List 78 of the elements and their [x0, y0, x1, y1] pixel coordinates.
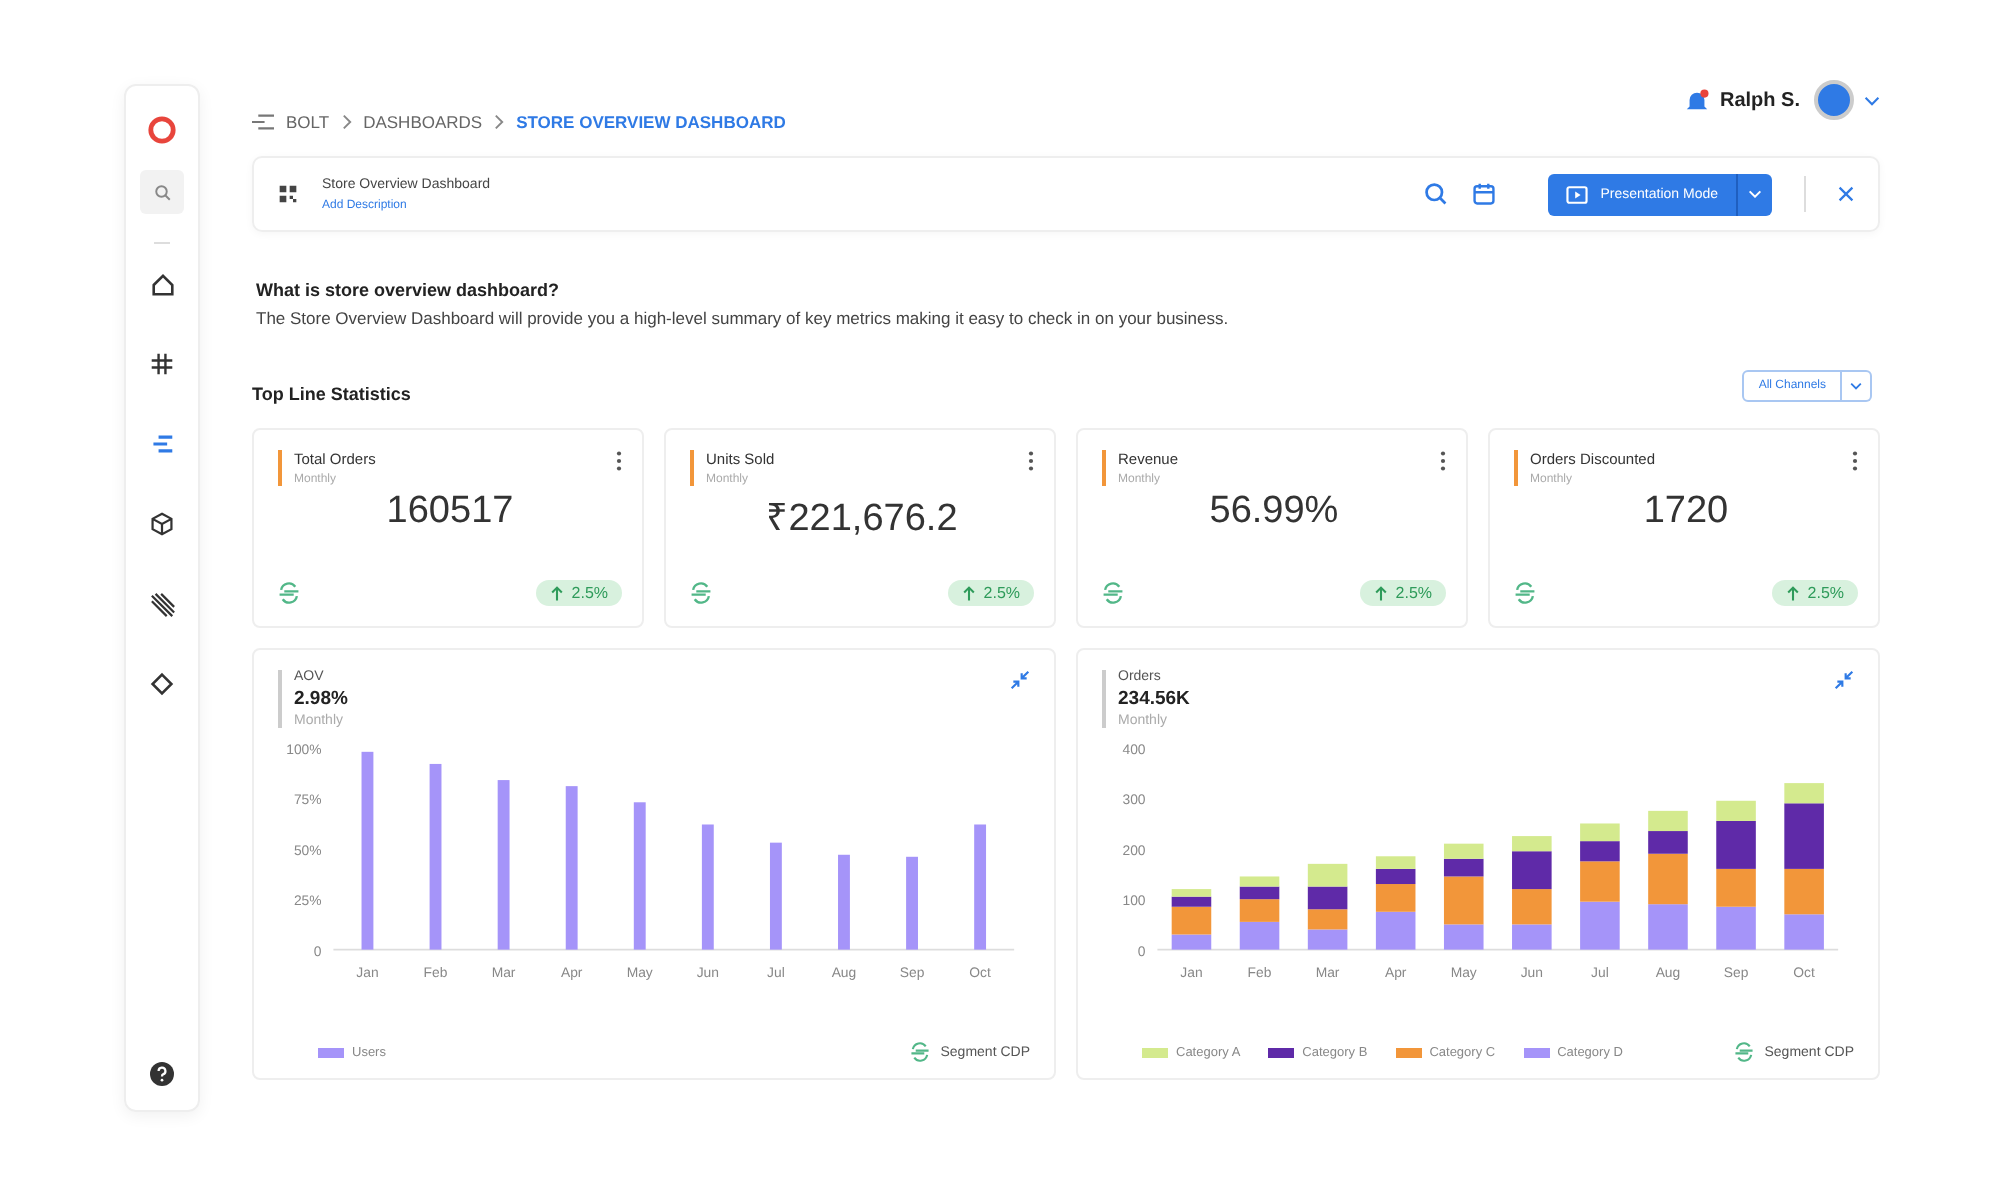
bar	[1307, 886, 1348, 910]
segment-icon	[1734, 1042, 1755, 1062]
segment-icon	[1514, 582, 1536, 604]
intro-heading: What is store overview dashboard?	[256, 280, 562, 300]
change-value: 2.5%	[1807, 584, 1844, 602]
change-value: 2.5%	[983, 584, 1020, 602]
bar	[1648, 810, 1688, 832]
calendar-icon[interactable]	[1472, 182, 1497, 206]
segment-icon	[690, 582, 712, 604]
bar	[1512, 889, 1552, 925]
bar	[1784, 914, 1824, 950]
home-icon	[149, 271, 175, 297]
segment-icon	[278, 582, 300, 604]
more-icon[interactable]	[1440, 450, 1446, 472]
bar	[1580, 901, 1620, 950]
bar	[1648, 904, 1688, 950]
breadcrumb-link[interactable]: BOLT	[286, 112, 330, 132]
bar	[1716, 906, 1756, 950]
more-icon[interactable]	[616, 450, 622, 472]
stat-value: 160517	[384, 490, 516, 534]
bar	[1580, 823, 1620, 842]
close-icon[interactable]	[1838, 186, 1854, 202]
bar	[1512, 924, 1552, 950]
bar	[1375, 911, 1416, 950]
chevron-down-icon[interactable]	[1864, 95, 1880, 105]
breadcrumb-link[interactable]: DASHBOARDS	[363, 112, 483, 132]
bell-icon[interactable]	[1683, 87, 1710, 113]
more-icon[interactable]	[1852, 450, 1858, 472]
caret-icon	[1850, 382, 1862, 390]
cube-icon	[150, 512, 174, 536]
section-title: Top Line Statistics	[252, 384, 411, 404]
segment-icon	[910, 1042, 931, 1062]
user-name: Ralph S.	[1719, 89, 1800, 111]
change-value: 2.5%	[1395, 584, 1432, 602]
bar	[1716, 868, 1756, 907]
diamond-icon	[150, 672, 174, 696]
list-icon	[150, 432, 174, 456]
arrow-up-icon	[961, 585, 976, 601]
intro-text: The Store Overview Dashboard will provide you a high-level summary of key metrics making it easy to check in on your business.	[256, 308, 1231, 328]
chart-value: 234.56K	[1118, 688, 1190, 710]
arrow-up-icon	[549, 585, 564, 601]
stat-value: 56.99%	[1207, 490, 1341, 534]
menu-icon[interactable]	[252, 114, 274, 130]
change-value: 2.5%	[571, 584, 608, 602]
chevron-icon	[341, 114, 352, 130]
bar	[1307, 909, 1348, 930]
hash-icon	[150, 352, 174, 376]
logo-icon	[146, 114, 178, 146]
dropdown-button[interactable]	[1736, 173, 1772, 215]
search-icon	[153, 183, 171, 201]
collapse-icon[interactable]	[1834, 670, 1854, 690]
bar	[701, 824, 714, 950]
bar	[1307, 863, 1348, 887]
bar	[974, 824, 987, 950]
stat-value: ₹221,676.2	[764, 496, 960, 542]
chevron-icon	[494, 114, 505, 130]
search-icon[interactable]	[1424, 182, 1449, 206]
bar	[1784, 868, 1824, 915]
qr-icon	[278, 184, 298, 204]
bar	[838, 854, 850, 950]
stripes-icon	[149, 591, 175, 617]
help-icon[interactable]	[150, 1062, 174, 1086]
stat-value: 1720	[1641, 490, 1731, 534]
play-icon	[1566, 185, 1589, 203]
avatar[interactable]	[1814, 80, 1854, 120]
more-icon[interactable]	[1028, 450, 1034, 472]
segment-icon	[1102, 582, 1124, 604]
bar	[1307, 929, 1348, 950]
bar	[906, 856, 918, 950]
caret-icon	[1748, 190, 1762, 198]
arrow-up-icon	[1373, 585, 1388, 601]
arrow-up-icon	[1785, 585, 1800, 601]
bar	[769, 842, 782, 950]
search-button[interactable]	[140, 170, 184, 214]
breadcrumb-link[interactable]: STORE OVERVIEW DASHBOARD	[516, 112, 786, 132]
bar	[1239, 921, 1280, 950]
collapse-icon[interactable]	[1010, 670, 1030, 690]
chart-value: 2.98%	[294, 688, 348, 710]
